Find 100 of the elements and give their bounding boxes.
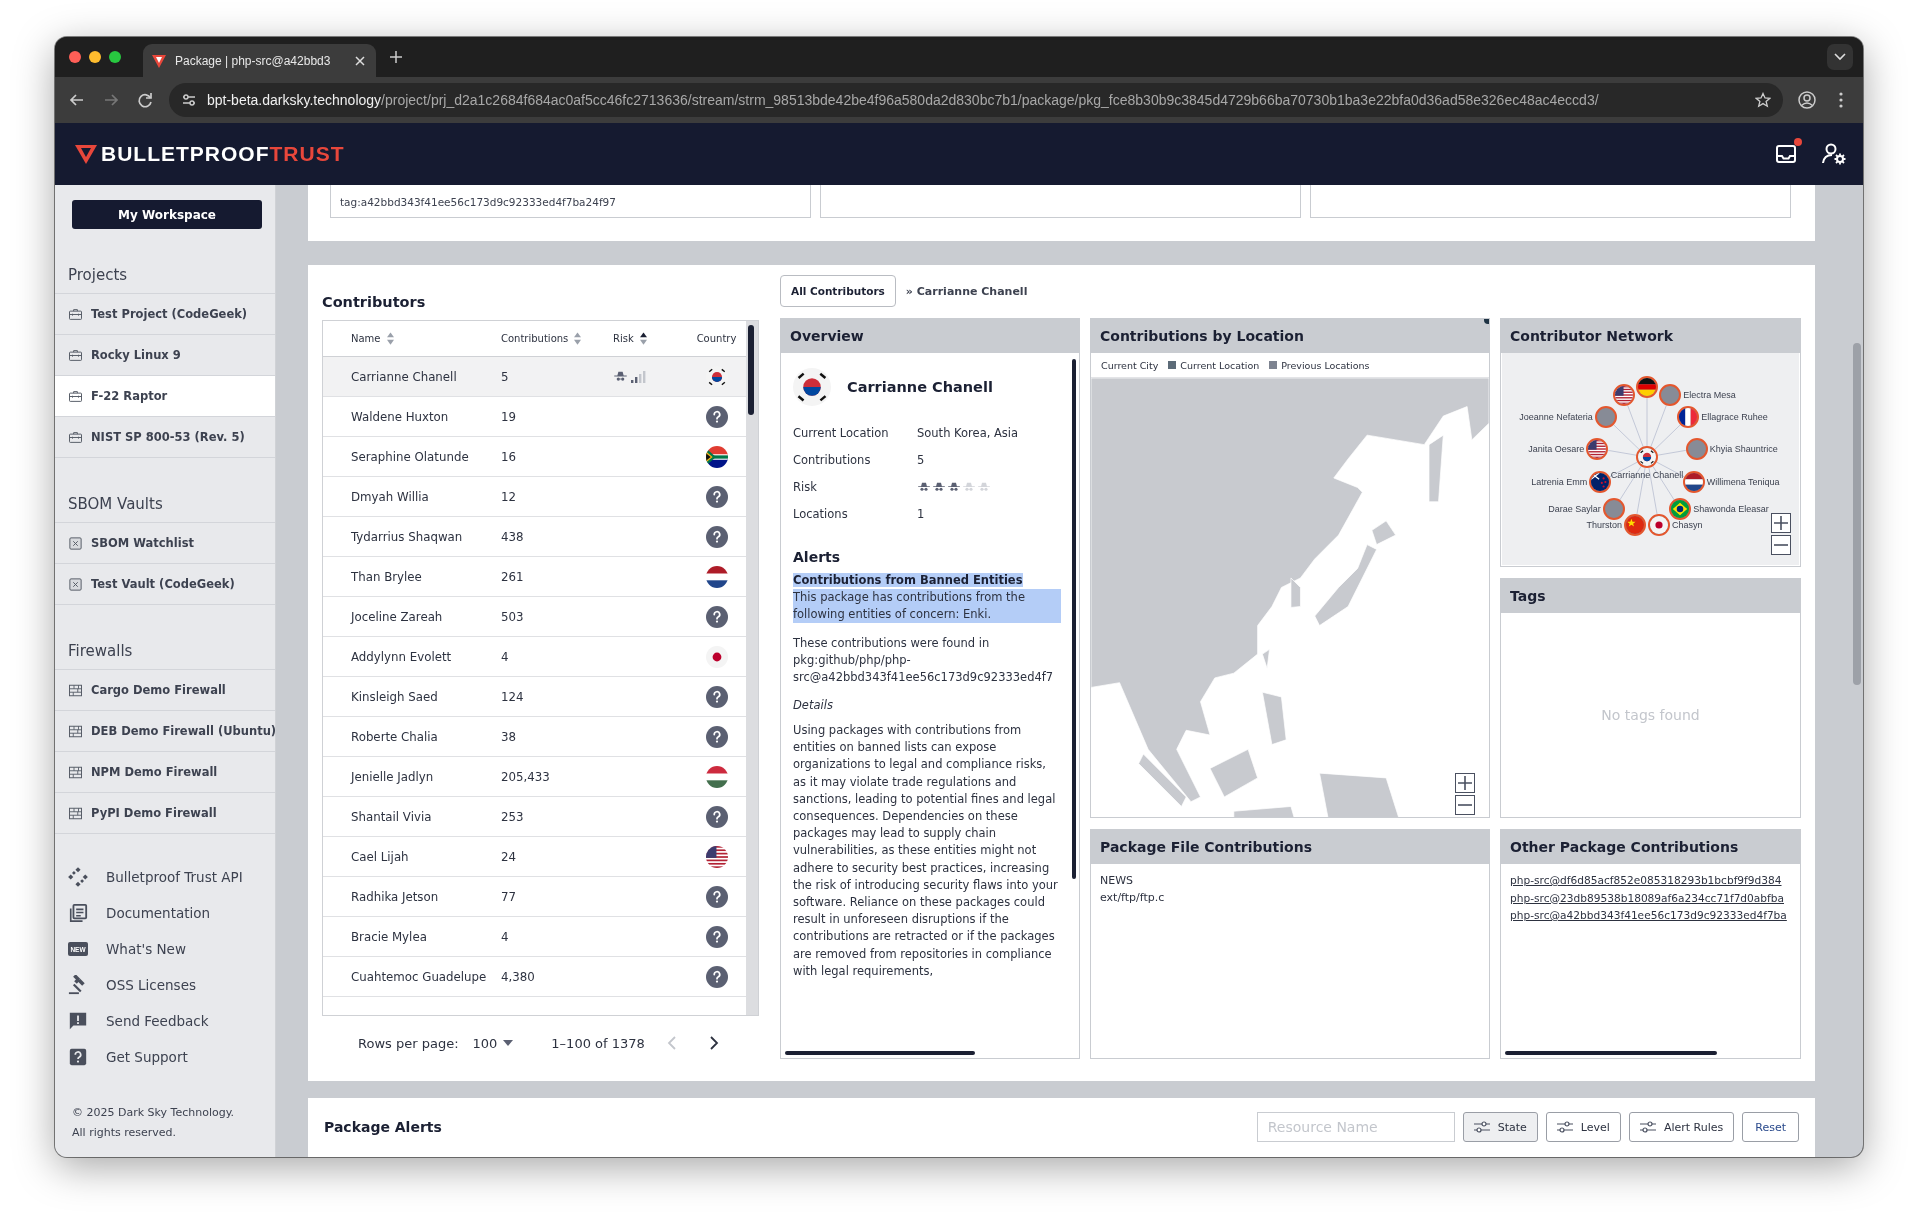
- new-tab-icon[interactable]: [388, 49, 404, 65]
- scrollbar-thumb[interactable]: [1072, 359, 1076, 879]
- table-row[interactable]: Than Brylee 261: [323, 557, 746, 597]
- flag-node[interactable]: [1677, 406, 1700, 429]
- scrollbar-thumb[interactable]: [1505, 1051, 1717, 1055]
- table-row[interactable]: Shantail Vivia 253: [323, 797, 746, 837]
- node-label: Willimena Teniqua: [1706, 476, 1780, 487]
- minus-icon: [1774, 544, 1788, 546]
- package-link[interactable]: php-src@a42bbd343f41ee56c173d9c92333ed4f7ba: [1510, 907, 1791, 925]
- flag-node[interactable]: [1682, 470, 1705, 493]
- section-title: Contributors: [322, 292, 427, 312]
- table-row[interactable]: Bracie Mylea 4: [323, 917, 746, 957]
- flag-node[interactable]: [1647, 513, 1670, 536]
- workspace-button[interactable]: My Workspace: [72, 200, 262, 229]
- table-row[interactable]: Waldene Huxton 19: [323, 397, 746, 437]
- minus-icon: [1458, 804, 1472, 807]
- zoom-in-button[interactable]: [1771, 513, 1791, 533]
- flag-node[interactable]: [1669, 498, 1692, 521]
- table-row[interactable]: Tydarrius Shaqwan 438: [323, 517, 746, 557]
- column-header[interactable]: Contributions: [501, 332, 582, 345]
- table-cell-text: Cuahtemoc Guadelupe: [351, 968, 488, 986]
- tab-list-button[interactable]: [1827, 44, 1853, 70]
- table-row[interactable]: Jenielle Jadlyn 205,433: [323, 757, 746, 797]
- flag-node[interactable]: [1636, 376, 1658, 398]
- table-cell-text: Bracie Mylea: [351, 928, 428, 946]
- sidebar-link[interactable]: OSS Licenses: [68, 967, 275, 1003]
- reset-button[interactable]: Reset: [1742, 1112, 1799, 1142]
- sidebar-link[interactable]: Get Support: [68, 1039, 275, 1075]
- sidebar-item[interactable]: NIST SP 800-53 (Rev. 5): [55, 417, 275, 458]
- maximize-window-button[interactable]: [109, 51, 121, 63]
- filter-button[interactable]: Level: [1545, 1112, 1621, 1142]
- table-cell-text: Jenielle Jadlyn: [351, 768, 435, 786]
- search-field[interactable]: Resource Name: [1256, 1112, 1455, 1142]
- zoom-out-button[interactable]: [1455, 795, 1475, 816]
- column-header[interactable]: Name: [351, 332, 394, 345]
- user-gear-icon: [1821, 141, 1847, 167]
- table-row[interactable]: Kinsleigh Saed 124: [323, 677, 746, 717]
- star-icon[interactable]: [1755, 92, 1771, 108]
- table-cell-text: Waldene Huxton: [351, 408, 450, 426]
- scrollbar[interactable]: [746, 321, 758, 1015]
- browser-tab[interactable]: Package | php-src@a42bbd3: [143, 44, 376, 77]
- table-row[interactable]: Cuahtemoc Guadelupe 4,380: [323, 957, 746, 997]
- sidebar-item[interactable]: F-22 Raptor: [55, 376, 275, 417]
- close-window-button[interactable]: [69, 51, 81, 63]
- vault-icon: [68, 535, 83, 551]
- contributor-node[interactable]: [1685, 437, 1708, 460]
- minimize-window-button[interactable]: [89, 51, 101, 63]
- scrollbar-thumb[interactable]: [785, 1051, 975, 1055]
- contributor-node[interactable]: [1602, 498, 1625, 521]
- help-icon: [68, 1047, 88, 1067]
- help-icon: [705, 685, 728, 708]
- profile-icon[interactable]: [1797, 90, 1817, 110]
- sidebar-link[interactable]: Documentation: [68, 895, 275, 931]
- feedback-icon: [68, 1011, 88, 1031]
- zoom-out-button[interactable]: [1771, 535, 1791, 555]
- table-row[interactable]: Dmyah Willia 12: [323, 477, 746, 517]
- table-cell-text: Seraphine Olatunde: [351, 448, 470, 466]
- flag-node[interactable]: [1624, 513, 1647, 536]
- table-row[interactable]: Roberte Chalia 38: [323, 717, 746, 757]
- flag-node[interactable]: [1636, 446, 1658, 468]
- table-row[interactable]: Carrianne Chanell 5: [323, 357, 746, 397]
- sidebar-item[interactable]: Cargo Demo Firewall: [55, 670, 275, 711]
- node-label: Shawonda Eleasar: [1693, 504, 1769, 515]
- table-row[interactable]: Seraphine Olatunde 16: [323, 437, 746, 477]
- contributor-node[interactable]: [1594, 406, 1617, 429]
- panel-title: Overview: [781, 319, 1079, 353]
- flag-node[interactable]: [1589, 470, 1612, 493]
- table-row[interactable]: Joceline Zareah 503: [323, 597, 746, 637]
- sidebar-item[interactable]: DEB Demo Firewall (Ubuntu): [55, 711, 275, 752]
- column-header[interactable]: Country: [696, 333, 737, 344]
- column-header[interactable]: Risk: [613, 332, 647, 345]
- all-contributors-button[interactable]: All Contributors: [780, 275, 896, 307]
- section-heading: Firewalls: [55, 605, 275, 670]
- sidebar-item[interactable]: SBOM Watchlist: [55, 523, 275, 564]
- filter-button[interactable]: State: [1462, 1112, 1538, 1142]
- package-link[interactable]: php-src@23db89538b18089af6a234cc71f7d0abfba: [1510, 889, 1791, 907]
- reload-icon[interactable]: [135, 90, 155, 110]
- sidebar-item[interactable]: Test Vault (CodeGeek): [55, 564, 275, 605]
- table-cell-text: 4,380: [501, 968, 536, 986]
- legend-label: Previous Locations: [1281, 359, 1370, 371]
- table-row[interactable]: Radhika Jetson 77: [323, 877, 746, 917]
- sidebar-item[interactable]: Test Project (CodeGeek): [55, 294, 275, 335]
- scrollbar-thumb[interactable]: [1853, 343, 1861, 685]
- user-settings-button[interactable]: [1821, 141, 1847, 167]
- table-cell-text: 12: [501, 488, 517, 506]
- field-label: Locations: [793, 506, 849, 521]
- flag-node[interactable]: [1586, 437, 1609, 460]
- table-row[interactable]: Cael Lijah 24: [323, 837, 746, 877]
- table-row[interactable]: Addylynn Evolett 4: [323, 637, 746, 677]
- sidebar-link[interactable]: Bulletproof Trust API: [68, 859, 275, 895]
- sidebar-link[interactable]: Send Feedback: [68, 1003, 275, 1039]
- zoom-in-button[interactable]: [1455, 773, 1475, 794]
- sidebar-item[interactable]: PyPI Demo Firewall: [55, 793, 275, 834]
- address-bar[interactable]: bpt-beta.darksky.technology/project/prj_d2a1c2684f684ac0af5cc46fc2713636/stream/strm_98513bde42be4f96a580da2d830bc7b1/package/pkg_fce8b30b9c3845d4729b66ba70730b1ba3e22bfa0d36ad58e326ec48ac4eccd3/: [169, 83, 1783, 117]
- package-link[interactable]: php-src@df6d85acf852e085318293b1bcbf9f9d384: [1510, 872, 1791, 890]
- sidebar-item[interactable]: NPM Demo Firewall: [55, 752, 275, 793]
- contributor-node[interactable]: [1659, 384, 1682, 406]
- flag-node[interactable]: [1612, 384, 1635, 406]
- rows-per-page-select[interactable]: 100: [472, 1035, 514, 1051]
- filter-button[interactable]: Alert Rules: [1628, 1112, 1735, 1142]
